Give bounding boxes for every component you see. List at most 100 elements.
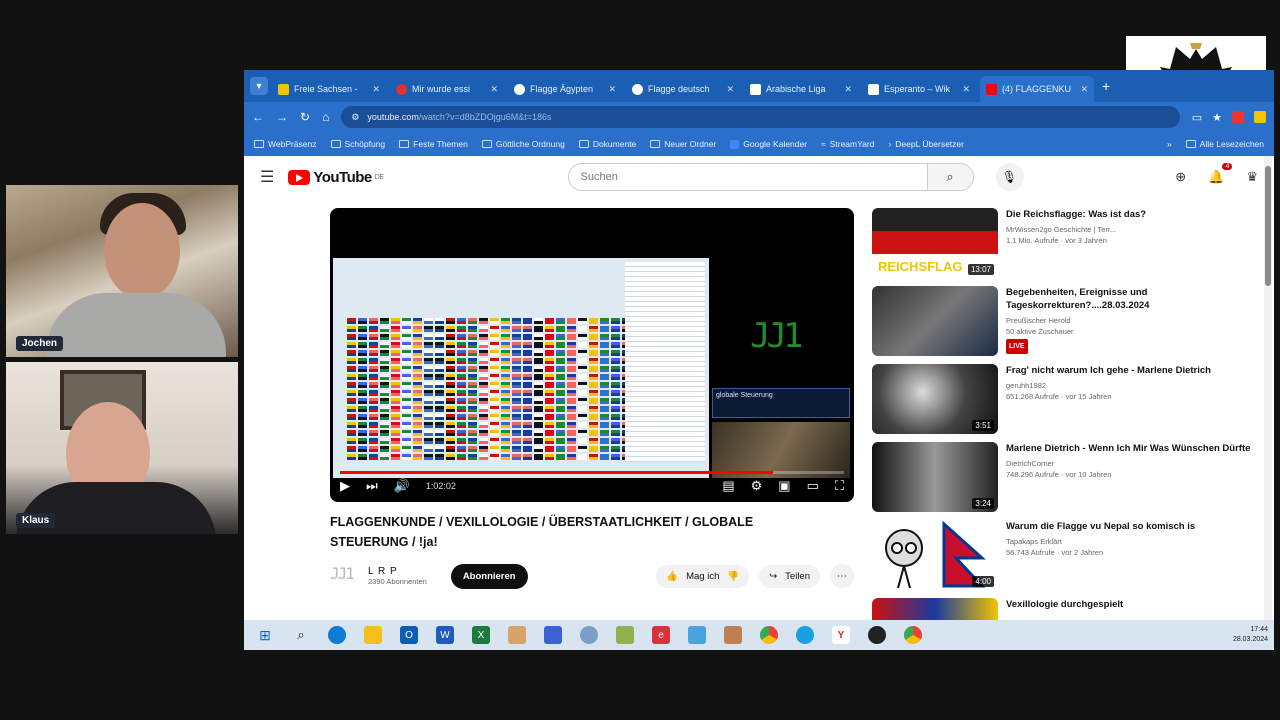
bookmark-item[interactable]: › DeepL Übersetzer [888, 139, 964, 149]
recommendation-item[interactable]: Begebenheiten, Ereignisse und Tageskorre… [872, 286, 1262, 356]
channel-avatar[interactable]: ЈЈ1 [330, 564, 360, 588]
channel-name[interactable]: L R P [368, 566, 427, 577]
recommendation-title[interactable]: Warum die Flagge vu Nepal so komisch is [1006, 520, 1195, 533]
bookmark-item[interactable]: ≈ StreamYard [821, 139, 874, 149]
recommendation-item[interactable]: 3:24 Marlene Dietrich - Wenn Ich Mir Was… [872, 442, 1262, 512]
page-scrollbar[interactable] [1264, 156, 1272, 650]
all-bookmarks[interactable]: Alle Lesezeichen [1185, 139, 1264, 149]
miniplayer-icon[interactable]: ▣ [778, 478, 790, 494]
search-box[interactable]: Suchen ⌕ [567, 163, 974, 191]
recommendation-title[interactable]: Vexillologie durchgespielt [1006, 598, 1123, 611]
youtube-logo[interactable]: YouTube DE [288, 169, 384, 186]
subscribe-button[interactable]: Abonnieren [450, 563, 528, 589]
fullscreen-icon[interactable]: ⛶ [835, 478, 844, 494]
recommendation-title[interactable]: Begebenheiten, Ereignisse und Tageskorre… [1006, 286, 1262, 312]
theater-mode-icon[interactable]: ▭ [807, 478, 819, 494]
app-icon[interactable] [868, 626, 886, 644]
app-icon[interactable] [508, 626, 526, 644]
more-actions-icon[interactable]: ⋯ [830, 564, 854, 588]
video-thumbnail[interactable]: REICHSFLAG 13:07 [872, 208, 998, 278]
bookmark-item[interactable]: Google Kalender [730, 139, 807, 149]
close-tab-icon[interactable]: ✕ [1080, 84, 1088, 95]
search-input[interactable]: Suchen [569, 171, 927, 183]
app-icon[interactable] [724, 626, 742, 644]
video-thumbnail[interactable]: 4:00 [872, 520, 998, 590]
browser-tab[interactable]: Esperanto – Wik ✕ [862, 76, 976, 102]
volume-icon[interactable]: 🔊 [394, 478, 410, 494]
app-icon[interactable] [580, 626, 598, 644]
app-icon[interactable] [544, 626, 562, 644]
browser-tab-active[interactable]: (4) FLAGGENKU ✕ [980, 76, 1094, 102]
video-progress-bar[interactable] [340, 471, 844, 474]
notifications-icon[interactable]: 🔔 4 [1208, 163, 1233, 185]
subtitles-icon[interactable]: ▤ [722, 478, 734, 494]
bookmark-item[interactable]: Schöpfung [330, 139, 385, 149]
close-tab-icon[interactable]: ✕ [726, 84, 734, 95]
system-clock[interactable]: 17:44 28.03.2024 [1233, 625, 1274, 645]
bookmark-item[interactable]: Dokumente [578, 139, 636, 149]
bookmark-item[interactable]: Göttliche Ordnung [481, 139, 565, 149]
notes-extension-icon[interactable] [1254, 111, 1266, 123]
home-icon[interactable]: ⌂ [322, 110, 329, 124]
new-tab-icon[interactable]: + [1102, 78, 1110, 94]
yandex-icon[interactable]: Y [832, 626, 850, 644]
close-tab-icon[interactable]: ✕ [608, 84, 616, 95]
settings-gear-icon[interactable]: ⚙ [751, 478, 763, 494]
pdf-extension-icon[interactable] [1232, 111, 1244, 123]
recommendation-item[interactable]: REICHSFLAG 13:07 Die Reichsflagge: Was i… [872, 208, 1262, 278]
reload-icon[interactable]: ↻ [300, 110, 310, 124]
excel-icon[interactable]: X [472, 626, 490, 644]
menu-icon[interactable]: ☰ [260, 167, 274, 187]
scrollbar-thumb[interactable] [1265, 166, 1271, 286]
search-icon[interactable]: ⌕ [292, 626, 310, 644]
forward-icon[interactable]: → [276, 110, 288, 124]
recommendation-title[interactable]: Marlene Dietrich - Wenn Ich Mir Was Wüns… [1006, 442, 1250, 455]
next-icon[interactable]: ⏭ [366, 478, 378, 494]
tab-list-button[interactable]: ▾ [250, 77, 268, 95]
video-thumbnail[interactable] [872, 286, 998, 356]
bookmark-item[interactable]: Feste Themen [399, 139, 468, 149]
chrome-icon[interactable] [904, 626, 922, 644]
share-button[interactable]: ↪ Teilen [759, 564, 820, 588]
bookmark-item[interactable]: Neuer Ordner [650, 139, 716, 149]
edge-icon[interactable] [328, 626, 346, 644]
close-tab-icon[interactable]: ✕ [962, 84, 970, 95]
account-avatar-icon[interactable]: ♛ [1246, 169, 1258, 185]
more-bookmarks-icon[interactable]: » [1167, 139, 1172, 149]
recommendation-item[interactable]: 3:51 Frag' nicht warum Ich gehe - Marlen… [872, 364, 1262, 434]
close-tab-icon[interactable]: ✕ [490, 84, 498, 95]
site-info-icon[interactable]: ⚙ [351, 112, 359, 123]
url-field[interactable]: ⚙ youtube.com/watch?v=d8bZDOjgu6M&t=186s [341, 106, 1180, 128]
windows-start-icon[interactable]: ⊞ [256, 626, 274, 644]
app-icon[interactable] [616, 626, 634, 644]
browser-tab[interactable]: Freie Sachsen - ✕ [272, 76, 386, 102]
app-icon[interactable] [796, 626, 814, 644]
thumbs-down-icon[interactable]: 👎 [727, 571, 739, 582]
browser-tab[interactable]: Mir wurde essi ✕ [390, 76, 504, 102]
recommendation-title[interactable]: Frag' nicht warum Ich gehe - Marlene Die… [1006, 364, 1211, 377]
close-tab-icon[interactable]: ✕ [844, 84, 852, 95]
like-button[interactable]: Mag ich [686, 571, 719, 582]
app-icon[interactable]: e [652, 626, 670, 644]
create-icon[interactable]: ⊕ [1175, 169, 1186, 185]
video-player[interactable]: ЈЈ1 globale Steuerung ▶ ⏭ 🔊 1:02:02 ▤ ⚙ … [330, 208, 854, 502]
app-icon[interactable] [688, 626, 706, 644]
play-icon[interactable]: ▶ [340, 478, 350, 494]
recommendation-item[interactable]: 4:00 Warum die Flagge vu Nepal so komisc… [872, 520, 1262, 590]
bookmark-star-icon[interactable]: ★ [1212, 111, 1222, 124]
microphone-icon[interactable]: 🎙 [995, 163, 1024, 191]
bookmark-item[interactable]: WebPräsenz [254, 139, 317, 149]
back-icon[interactable]: ← [252, 110, 264, 124]
browser-tab[interactable]: Arabische Liga ✕ [744, 76, 858, 102]
thumbs-up-icon[interactable]: 👍 [666, 571, 678, 582]
browser-tab[interactable]: Flagge deutsch ✕ [626, 76, 740, 102]
outlook-icon[interactable]: O [400, 626, 418, 644]
search-icon[interactable]: ⌕ [926, 164, 973, 190]
close-tab-icon[interactable]: ✕ [372, 84, 380, 95]
word-icon[interactable]: W [436, 626, 454, 644]
video-thumbnail[interactable]: 3:51 [872, 364, 998, 434]
browser-tab[interactable]: Flagge Ägypten ✕ [508, 76, 622, 102]
chrome-icon[interactable] [760, 626, 778, 644]
cast-icon[interactable]: ▭ [1192, 111, 1202, 124]
video-thumbnail[interactable]: 3:24 [872, 442, 998, 512]
